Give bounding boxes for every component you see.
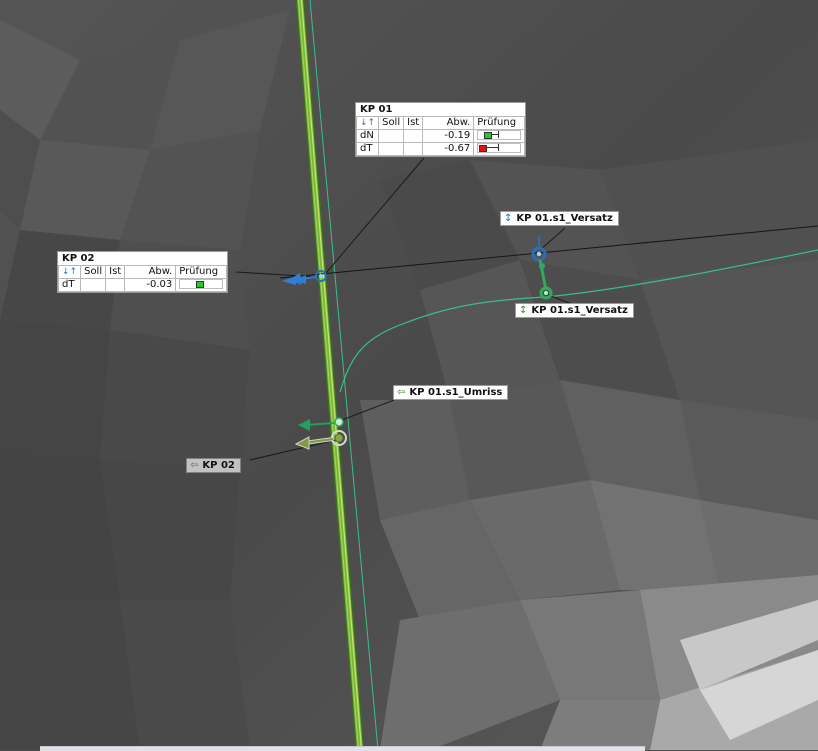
row-abw: -0.03: [124, 278, 177, 292]
kp02-table-header: ↓↑ Soll Ist Abw. Prüfung: [57, 265, 228, 279]
row-soll: [80, 278, 107, 292]
header-soll: Soll: [80, 265, 107, 279]
bottom-panel-edge: [40, 746, 645, 751]
row-name: dT: [57, 278, 82, 292]
table-row: dT -0.03: [57, 278, 228, 292]
row-ist: [403, 129, 424, 143]
label-text: KP 01.s1_Versatz: [516, 213, 613, 224]
header-soll: Soll: [378, 116, 405, 130]
kp02-deviation-table[interactable]: KP 02 ↓↑ Soll Ist Abw. Prüfung dT -0.03: [57, 251, 229, 293]
label-kp02[interactable]: ⇦ KP 02: [186, 458, 241, 473]
sort-icon[interactable]: ↓↑: [57, 265, 82, 279]
header-ist: Ist: [403, 116, 424, 130]
status-fail-marker: [479, 145, 488, 152]
label-umriss[interactable]: ⇦ KP 01.s1_Umriss: [393, 385, 509, 400]
label-text: KP 02: [202, 460, 235, 471]
row-ist: [105, 278, 126, 292]
pruefung-indicator: [477, 143, 522, 153]
header-abw: Abw.: [422, 116, 475, 130]
versatz-green-marker[interactable]: [539, 286, 553, 300]
header-ist: Ist: [105, 265, 126, 279]
label-versatz-blue[interactable]: ↕ KP 01.s1_Versatz: [500, 211, 619, 226]
pruefung-indicator: [477, 130, 522, 140]
table-row: dT -0.67: [355, 142, 526, 156]
row-name: dT: [355, 142, 380, 156]
pruefung-indicator: [179, 279, 224, 289]
row-soll: [378, 129, 405, 143]
row-name: dN: [355, 129, 380, 143]
row-pruefung: [473, 129, 526, 143]
table-row: dN -0.19: [355, 129, 526, 143]
sort-icon[interactable]: ↓↑: [355, 116, 380, 130]
header-pruefung: Prüfung: [175, 265, 228, 279]
header-pruefung: Prüfung: [473, 116, 526, 130]
profile-enter-icon: ⇦: [397, 387, 406, 398]
label-text: KP 01.s1_Umriss: [409, 387, 503, 398]
label-versatz-green[interactable]: ↕ KP 01.s1_Versatz: [515, 303, 634, 318]
label-text: KP 01.s1_Versatz: [531, 305, 628, 316]
kp01-table-title: KP 01: [360, 104, 393, 115]
row-pruefung: [473, 142, 526, 156]
header-abw: Abw.: [124, 265, 177, 279]
kp01-table-header: ↓↑ Soll Ist Abw. Prüfung: [355, 116, 526, 130]
row-abw: -0.19: [422, 129, 475, 143]
vertical-arrow-icon: ↕: [504, 213, 513, 224]
status-ok-marker: [484, 132, 493, 139]
vertical-arrow-icon: ↕: [519, 305, 528, 316]
versatz-connector-node: [539, 263, 545, 269]
kp01-deviation-table[interactable]: KP 01 ↓↑ Soll Ist Abw. Prüfung dN -0.19 …: [355, 102, 527, 157]
kp02-table-title: KP 02: [62, 253, 95, 264]
row-ist: [403, 142, 424, 156]
row-abw: -0.67: [422, 142, 475, 156]
row-pruefung: [175, 278, 228, 292]
status-ok-marker: [196, 281, 205, 288]
row-soll: [378, 142, 405, 156]
profile-enter-icon: ⇦: [190, 460, 199, 471]
